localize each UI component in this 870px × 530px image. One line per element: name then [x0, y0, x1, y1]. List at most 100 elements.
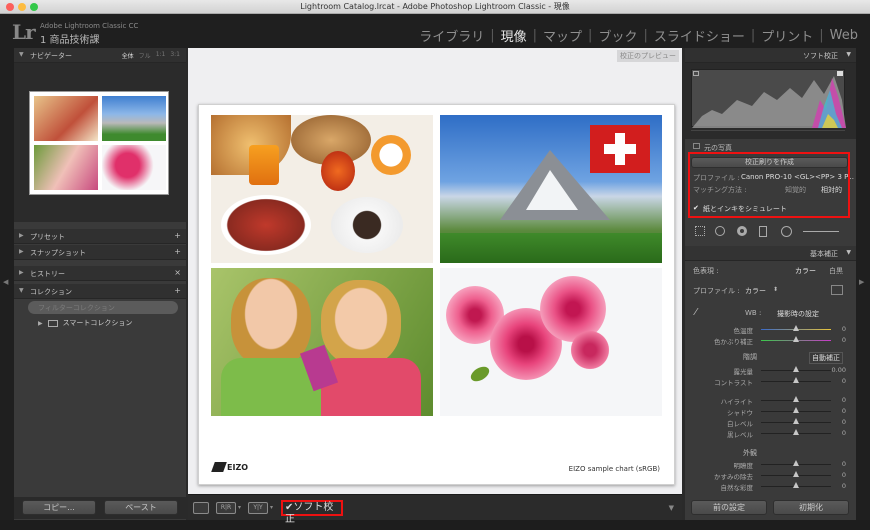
dehaze-thumb[interactable]	[793, 471, 799, 477]
reset-button[interactable]: 初期化	[773, 500, 849, 515]
thumb-children	[34, 145, 98, 190]
collapse-triangle-icon: ▼	[846, 249, 851, 256]
basic-panel-header[interactable]: 基本補正 ▼	[685, 246, 856, 261]
add-collection-icon[interactable]: +	[174, 286, 181, 295]
profile-dropdown-icon: ⬍	[773, 286, 779, 293]
loupe-view-icon[interactable]	[193, 502, 209, 514]
eyedropper-icon[interactable]: ⁄	[695, 307, 697, 318]
expand-triangle-icon: ▼	[19, 51, 24, 58]
expand-triangle-icon: ▼	[19, 287, 24, 294]
collapsed-triangle-icon: ▶	[19, 248, 24, 255]
dehaze-label: かすみの除去	[714, 473, 753, 481]
navigator-header[interactable]: ▼ ナビゲーター 全体 フル 1:1 3:1	[14, 48, 186, 63]
copy-settings-dropdown-icon[interactable]: ▾	[270, 504, 273, 511]
treatment-color[interactable]: カラー	[795, 266, 816, 276]
graduated-filter-icon[interactable]	[759, 226, 767, 237]
module-web[interactable]: Web	[826, 28, 862, 43]
shadow-clipping-icon[interactable]	[693, 71, 699, 76]
highlights-thumb[interactable]	[793, 396, 799, 402]
history-header[interactable]: ▶ ヒストリー ×	[14, 266, 186, 281]
profile-label: プロファイル :	[693, 287, 740, 295]
highlights-value: 0	[841, 396, 846, 404]
collapse-right-icon[interactable]: ▶	[859, 278, 864, 286]
shadows-thumb[interactable]	[793, 407, 799, 413]
module-book[interactable]: ブック	[594, 26, 641, 45]
temp-label: 色温度	[733, 327, 754, 335]
module-library[interactable]: ライブラリ	[415, 26, 488, 45]
treatment-bw[interactable]: 白黒	[829, 266, 843, 276]
add-preset-icon[interactable]: +	[174, 231, 181, 240]
copy-settings-button[interactable]: コピー...	[22, 500, 96, 515]
profile-browser-icon[interactable]	[831, 285, 843, 295]
right-edge: ▶	[856, 48, 870, 520]
add-snapshot-icon[interactable]: +	[174, 247, 181, 256]
spot-removal-icon[interactable]	[715, 226, 725, 236]
radial-filter-icon[interactable]	[781, 226, 792, 237]
shadows-value: 0	[841, 407, 846, 415]
highlights-label: ハイライト	[720, 398, 753, 406]
toolbar-content-dropdown-icon[interactable]: ▼	[669, 504, 674, 512]
histogram[interactable]	[685, 63, 856, 139]
paste-settings-button[interactable]: ペースト	[104, 500, 178, 515]
temp-thumb[interactable]	[793, 325, 799, 331]
zoom-fill[interactable]: フル	[139, 51, 151, 60]
proof-preview-label: 校正のプレビュー	[617, 50, 679, 62]
right-panel: ソフト校正 ▼ 元の写真 校正刷りを作成 プロファイル : Canon PRO-…	[685, 48, 856, 520]
crop-tool-icon[interactable]	[695, 226, 705, 236]
whites-thumb[interactable]	[793, 418, 799, 424]
module-print[interactable]: プリント	[757, 26, 817, 45]
zoom-3-1[interactable]: 3:1	[170, 51, 180, 60]
whites-value: 0	[841, 418, 846, 426]
before-after-dropdown-icon[interactable]: ▾	[238, 504, 241, 511]
snapshots-header[interactable]: ▶ スナップショット +	[14, 245, 186, 260]
navigator-preview[interactable]	[14, 63, 186, 222]
module-slideshow[interactable]: スライドショー	[650, 26, 749, 45]
profile-value: カラー	[745, 287, 766, 295]
clarity-label: 明瞭度	[733, 462, 754, 470]
soft-proof-highlight-box	[688, 152, 850, 218]
auto-tone-button[interactable]: 自動補正	[809, 352, 843, 364]
product-name: Adobe Lightroom Classic CC	[40, 22, 139, 30]
sample-chart-image: EIZO EIZO sample chart (sRGB)	[198, 104, 675, 485]
collection-filter-input[interactable]: フィルターコレクション	[28, 301, 178, 314]
module-develop[interactable]: 現像	[497, 26, 531, 45]
zoom-fit[interactable]: 全体	[122, 51, 134, 60]
exposure-thumb[interactable]	[793, 366, 799, 372]
history-label: ヒストリー	[30, 270, 65, 278]
navigator-zoom-options: 全体 フル 1:1 3:1	[122, 51, 180, 60]
highlight-clipping-icon[interactable]	[837, 71, 843, 76]
soft-proofing-checkbox[interactable]: ✔ソフト校正	[281, 500, 343, 525]
original-photo-icon[interactable]	[693, 143, 700, 149]
thumb-mountain	[102, 96, 166, 141]
smart-collection-item[interactable]: ▶ スマートコレクション	[38, 318, 132, 328]
photo-matterhorn	[440, 115, 662, 263]
contrast-thumb[interactable]	[793, 377, 799, 383]
tint-thumb[interactable]	[793, 336, 799, 342]
collapse-left-icon[interactable]: ◀	[3, 278, 8, 286]
collections-header[interactable]: ▼ コレクション +	[14, 284, 186, 299]
image-view[interactable]: 校正のプレビュー EIZO EIZO sample chart (sRGB)	[188, 48, 682, 494]
right-panel-buttons: 前の設定 初期化	[685, 497, 856, 519]
presets-header[interactable]: ▶ プリセット +	[14, 229, 186, 244]
previous-settings-button[interactable]: 前の設定	[691, 500, 767, 515]
thumb-breakfast	[34, 96, 98, 141]
module-map[interactable]: マップ	[539, 26, 586, 45]
clarity-thumb[interactable]	[793, 460, 799, 466]
vibrance-label: 自然な彩度	[720, 484, 754, 492]
zoom-1-1[interactable]: 1:1	[156, 51, 166, 60]
before-after-view-icon[interactable]: R|R	[216, 502, 236, 514]
tone-label: 階調	[743, 353, 757, 361]
wb-label: WB :	[745, 309, 762, 317]
left-panel-buttons: コピー... ペースト	[14, 497, 186, 519]
blacks-thumb[interactable]	[793, 429, 799, 435]
histogram-graph	[691, 69, 846, 128]
swap-before-after-icon[interactable]: Y|Y	[248, 502, 268, 514]
red-eye-icon[interactable]	[737, 226, 747, 236]
clear-history-icon[interactable]: ×	[174, 268, 181, 277]
soft-proof-header[interactable]: ソフト校正 ▼	[685, 48, 856, 63]
vibrance-thumb[interactable]	[793, 482, 799, 488]
presets-label: プリセット	[30, 233, 65, 241]
exposure-value: 0.00	[831, 366, 846, 374]
window-title: Lightroom Catalog.lrcat - Adobe Photosho…	[300, 2, 570, 11]
adjustment-brush-icon[interactable]	[803, 231, 839, 232]
